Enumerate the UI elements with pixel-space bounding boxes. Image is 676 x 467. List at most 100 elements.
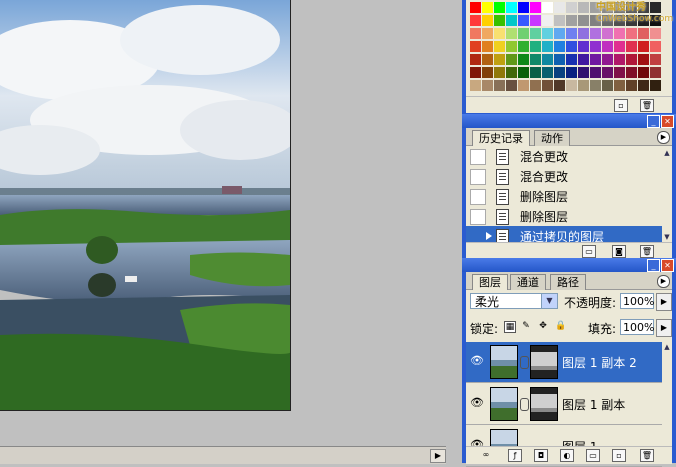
snapshot-source-checkbox[interactable] [470,149,486,165]
color-swatch[interactable] [650,67,661,78]
layer-style-icon[interactable]: ƒ [508,449,522,462]
color-swatch[interactable] [554,41,565,52]
color-swatch[interactable] [482,54,493,65]
color-swatch[interactable] [638,54,649,65]
tab-layers[interactable]: 图层 [472,274,508,290]
document-canvas-area[interactable]: ▶ [0,0,462,464]
color-swatch[interactable] [590,80,601,91]
color-swatch[interactable] [650,28,661,39]
color-swatch[interactable] [578,2,589,13]
color-swatch[interactable] [650,54,661,65]
color-swatch[interactable] [554,80,565,91]
add-mask-icon[interactable]: ◘ [534,449,548,462]
minimize-icon[interactable]: _ [647,115,660,128]
color-swatch[interactable] [470,54,481,65]
camera-icon[interactable]: ◙ [612,245,626,258]
color-swatch[interactable] [542,41,553,52]
color-swatch[interactable] [518,54,529,65]
color-swatch[interactable] [518,41,529,52]
color-swatch[interactable] [554,2,565,13]
color-swatch[interactable] [554,67,565,78]
layer-mask-thumbnail[interactable] [530,345,558,379]
color-swatch[interactable] [482,67,493,78]
color-swatch[interactable] [530,41,541,52]
color-swatch[interactable] [602,28,613,39]
new-document-from-state-icon[interactable]: ▭ [582,245,596,258]
color-swatch[interactable] [470,28,481,39]
scroll-down-icon[interactable]: ▼ [662,232,672,242]
color-swatch[interactable] [626,80,637,91]
color-swatch[interactable] [590,41,601,52]
color-swatch[interactable] [530,54,541,65]
color-swatch[interactable] [470,2,481,13]
color-swatch[interactable] [614,28,625,39]
landscape-photo[interactable] [0,0,291,411]
snapshot-source-checkbox[interactable] [470,189,486,205]
history-state-row[interactable]: 删除图层 [466,206,662,226]
color-swatch[interactable] [506,2,517,13]
tab-actions[interactable]: 动作 [534,130,570,146]
blend-mode-select[interactable]: 柔光 ▼ [470,293,558,309]
color-swatch[interactable] [482,2,493,13]
color-swatch[interactable] [494,67,505,78]
color-swatch[interactable] [554,28,565,39]
history-scrollbar[interactable]: ▲ ▼ [662,148,672,242]
color-swatch[interactable] [602,67,613,78]
close-icon[interactable]: ✕ [661,259,674,272]
link-layers-icon[interactable]: ∞ [480,449,492,460]
color-swatch[interactable] [602,54,613,65]
lock-all-padlock-icon[interactable]: 🔒 [555,321,566,331]
color-swatch[interactable] [626,41,637,52]
color-swatch[interactable] [614,54,625,65]
color-swatch[interactable] [578,41,589,52]
fill-slider-toggle[interactable]: ▶ [656,319,672,337]
color-swatch[interactable] [566,54,577,65]
eye-visibility-icon[interactable]: 👁 [470,397,484,409]
history-state-row[interactable]: 混合更改 [466,166,662,186]
tab-history[interactable]: 历史记录 [472,130,530,146]
color-swatch[interactable] [566,67,577,78]
color-swatch[interactable] [530,67,541,78]
mask-link-icon[interactable] [520,398,529,411]
color-swatch[interactable] [470,15,481,26]
snapshot-source-checkbox[interactable] [470,209,486,225]
lock-pixels-brush-icon[interactable]: ✎ [521,321,531,331]
color-swatch[interactable] [626,28,637,39]
color-swatch[interactable] [530,80,541,91]
color-swatch[interactable] [482,80,493,91]
layer-mask-thumbnail[interactable] [530,387,558,421]
new-swatch-icon[interactable]: ▫ [614,99,628,112]
color-swatch[interactable] [590,54,601,65]
color-swatch[interactable] [518,28,529,39]
scroll-up-icon[interactable]: ▲ [662,342,672,352]
lock-position-move-icon[interactable]: ✥ [538,321,548,331]
color-swatch[interactable] [494,15,505,26]
layers-scrollbar[interactable]: ▲ [662,342,672,446]
color-swatch[interactable] [614,80,625,91]
color-swatch[interactable] [542,80,553,91]
color-swatch[interactable] [506,80,517,91]
trash-icon[interactable]: 🗑 [640,99,654,112]
color-swatch[interactable] [518,67,529,78]
color-swatch[interactable] [566,15,577,26]
color-swatch[interactable] [542,54,553,65]
color-swatch[interactable] [530,28,541,39]
color-swatch[interactable] [494,80,505,91]
color-swatch[interactable] [638,67,649,78]
color-swatch[interactable] [566,28,577,39]
eye-visibility-icon[interactable]: 👁 [470,355,484,367]
scroll-up-icon[interactable]: ▲ [662,148,672,158]
layer-row[interactable]: 👁 图层 1 副本 [466,384,662,425]
color-swatch[interactable] [578,28,589,39]
color-swatch[interactable] [650,2,661,13]
color-swatch[interactable] [506,41,517,52]
color-swatch[interactable] [578,80,589,91]
tab-channels[interactable]: 通道 [510,274,546,290]
trash-icon[interactable]: 🗑 [640,245,654,258]
panel-menu-icon[interactable]: ▶ [657,275,670,288]
history-panel-titlebar[interactable]: _ ✕ [462,114,676,128]
color-swatch[interactable] [566,41,577,52]
color-swatch[interactable] [482,28,493,39]
opacity-slider-toggle[interactable]: ▶ [656,293,672,311]
color-swatch[interactable] [638,28,649,39]
